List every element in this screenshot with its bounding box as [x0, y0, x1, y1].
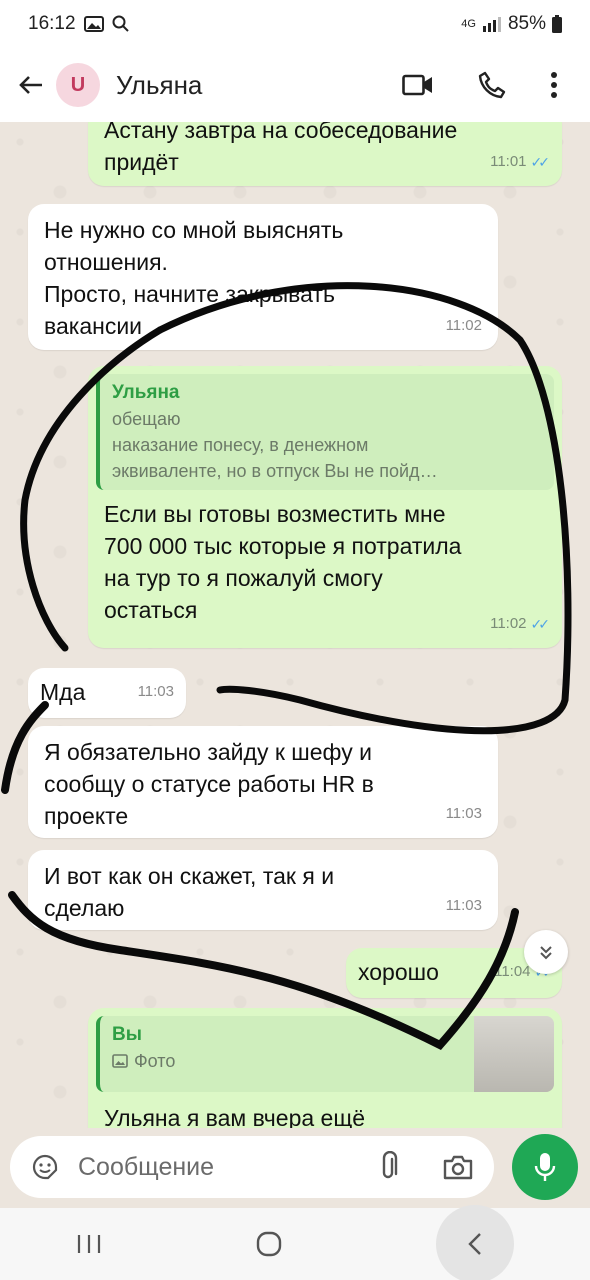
- message-text: Если вы готовы возместить мне 700 000 ты…: [104, 501, 462, 623]
- back-arrow-icon: [19, 76, 42, 94]
- quoted-message[interactable]: Вы Фото: [96, 1016, 554, 1092]
- chat-area[interactable]: Астану завтра на собеседование придёт 11…: [0, 122, 590, 1128]
- message-bubble-outgoing[interactable]: Вы Фото Ульяна я вам вчера ещё: [88, 1008, 562, 1128]
- home-icon[interactable]: [255, 1230, 283, 1258]
- camera-icon[interactable]: [442, 1153, 474, 1181]
- message-bubble-outgoing[interactable]: Астану завтра на собеседование придёт 11…: [88, 122, 562, 186]
- mic-icon: [534, 1153, 556, 1181]
- photo-icon: [112, 1054, 128, 1068]
- contact-name[interactable]: Ульяна: [116, 70, 202, 101]
- nav-back-icon: [467, 1233, 481, 1255]
- phone-icon[interactable]: [478, 71, 506, 99]
- status-bar: 16:12 4G 85%: [0, 0, 590, 48]
- message-text: Не нужно со мной выяснять отношения. Про…: [44, 217, 344, 339]
- more-icon[interactable]: [550, 71, 558, 99]
- attach-icon[interactable]: [378, 1151, 398, 1183]
- input-bar: Сообщение: [0, 1128, 590, 1208]
- search-icon: [112, 15, 129, 32]
- read-ticks-icon: ✓✓: [530, 154, 551, 170]
- message-time: 11:03: [445, 805, 482, 822]
- message-placeholder: Сообщение: [78, 1152, 215, 1181]
- message-time: 11:03: [445, 897, 482, 914]
- signal-icon: [482, 17, 501, 32]
- message-time: 11:01: [490, 153, 527, 170]
- avatar[interactable]: U: [56, 63, 100, 107]
- system-nav-bar: [0, 1205, 590, 1280]
- message-time: 11:03: [137, 683, 174, 700]
- message-text: И вот как он скажет, так я и сделаю: [44, 863, 335, 921]
- photo-thumbnail[interactable]: [474, 1016, 554, 1092]
- message-input[interactable]: Сообщение: [10, 1136, 494, 1198]
- quoted-message[interactable]: Ульяна обещаю наказание понесу, в денежн…: [96, 374, 554, 490]
- network-label: 4G: [461, 18, 476, 30]
- quote-author: Ульяна: [112, 382, 180, 403]
- chat-header: U Ульяна: [0, 48, 590, 122]
- message-bubble-incoming[interactable]: Мда 11:03: [28, 668, 186, 718]
- nav-back-button[interactable]: [435, 1205, 514, 1280]
- message-text: Я обязательно зайду к шефу и сообщу о ст…: [44, 739, 374, 829]
- quote-text: Фото: [134, 1051, 176, 1071]
- recents-icon[interactable]: [76, 1233, 102, 1255]
- message-text: Астану завтра на собеседование придёт: [104, 122, 458, 175]
- gallery-icon: [83, 16, 104, 32]
- battery-percent: 85%: [507, 13, 546, 34]
- status-time: 16:12: [28, 13, 76, 34]
- read-ticks-icon: ✓✓: [530, 616, 551, 632]
- message-time: 11:02: [445, 317, 482, 334]
- quote-text: обещаю наказание понесу, в денежном экви…: [112, 409, 438, 481]
- sticker-icon[interactable]: [30, 1152, 60, 1182]
- scroll-down-button[interactable]: [524, 930, 568, 974]
- message-bubble-incoming[interactable]: И вот как он скажет, так я и сделаю 11:0…: [28, 850, 498, 930]
- back-button[interactable]: [16, 70, 46, 100]
- message-text: Ульяна я вам вчера ещё: [104, 1105, 366, 1128]
- message-bubble-outgoing[interactable]: Ульяна обещаю наказание понесу, в денежн…: [88, 366, 562, 648]
- message-bubble-incoming[interactable]: Не нужно со мной выяснять отношения. Про…: [28, 204, 498, 350]
- message-bubble-incoming[interactable]: Я обязательно зайду к шефу и сообщу о ст…: [28, 726, 498, 838]
- battery-icon: [552, 15, 562, 33]
- message-time: 11:02: [490, 615, 527, 632]
- video-call-icon[interactable]: [402, 73, 434, 97]
- mic-button[interactable]: [512, 1134, 578, 1200]
- scroll-down-icon: [540, 946, 552, 960]
